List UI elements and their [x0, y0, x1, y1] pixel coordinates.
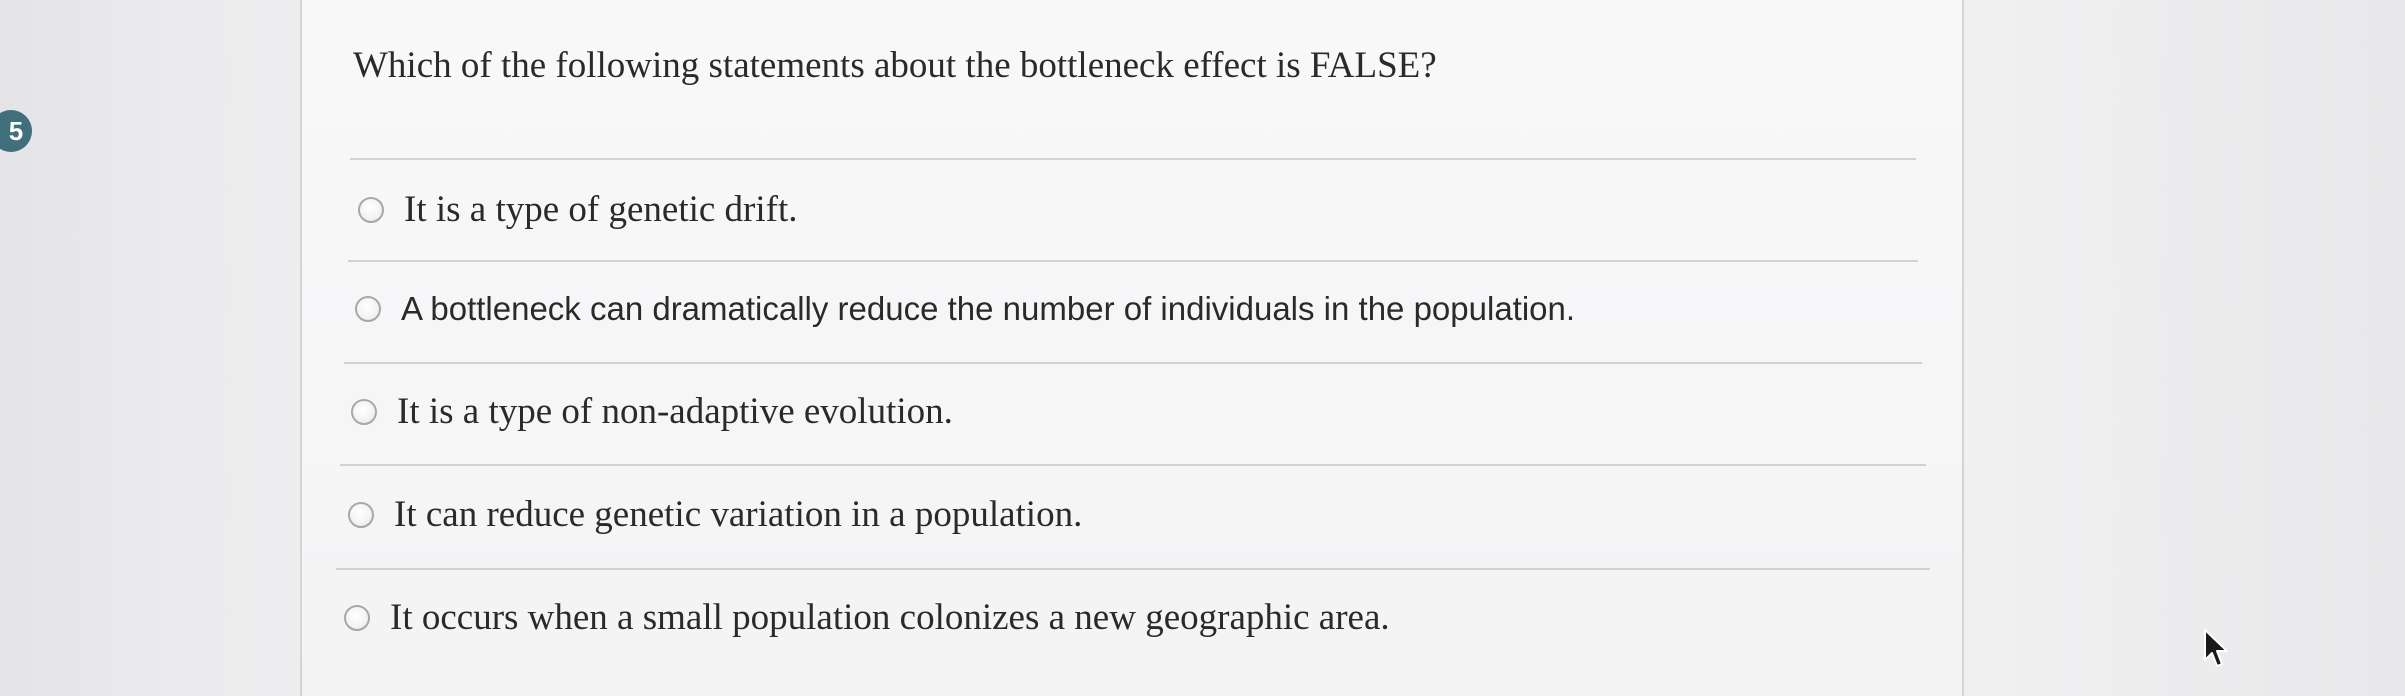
answer-option-3[interactable]: It is a type of non-adaptive evolution.: [351, 390, 953, 433]
question-number-badge: 5: [0, 110, 32, 152]
divider: [340, 464, 1926, 466]
divider: [350, 158, 1916, 160]
radio-button-icon[interactable]: [355, 296, 381, 322]
radio-button-icon[interactable]: [344, 604, 370, 631]
question-card: [300, 0, 1964, 696]
answer-option-label: It is a type of non-adaptive evolution.: [397, 391, 953, 432]
divider: [336, 568, 1930, 570]
radio-button-icon[interactable]: [358, 196, 384, 223]
question-prompt: Which of the following statements about …: [353, 45, 1437, 86]
answer-option-2[interactable]: A bottleneck can dramatically reduce the…: [355, 290, 1575, 328]
answer-option-4[interactable]: It can reduce genetic variation in a pop…: [348, 493, 1082, 536]
divider: [344, 362, 1922, 364]
answer-option-5[interactable]: It occurs when a small population coloni…: [344, 596, 1390, 639]
answer-option-label: It is a type of genetic drift.: [404, 189, 798, 230]
divider: [348, 260, 1918, 262]
mouse-pointer-icon: [2204, 629, 2228, 667]
answer-option-label: It occurs when a small population coloni…: [390, 597, 1390, 638]
answer-option-label: It can reduce genetic variation in a pop…: [394, 494, 1083, 535]
radio-button-icon[interactable]: [351, 398, 377, 425]
answer-option-1[interactable]: It is a type of genetic drift.: [358, 188, 798, 231]
radio-button-icon[interactable]: [348, 501, 374, 528]
answer-option-label: A bottleneck can dramatically reduce the…: [401, 290, 1576, 327]
